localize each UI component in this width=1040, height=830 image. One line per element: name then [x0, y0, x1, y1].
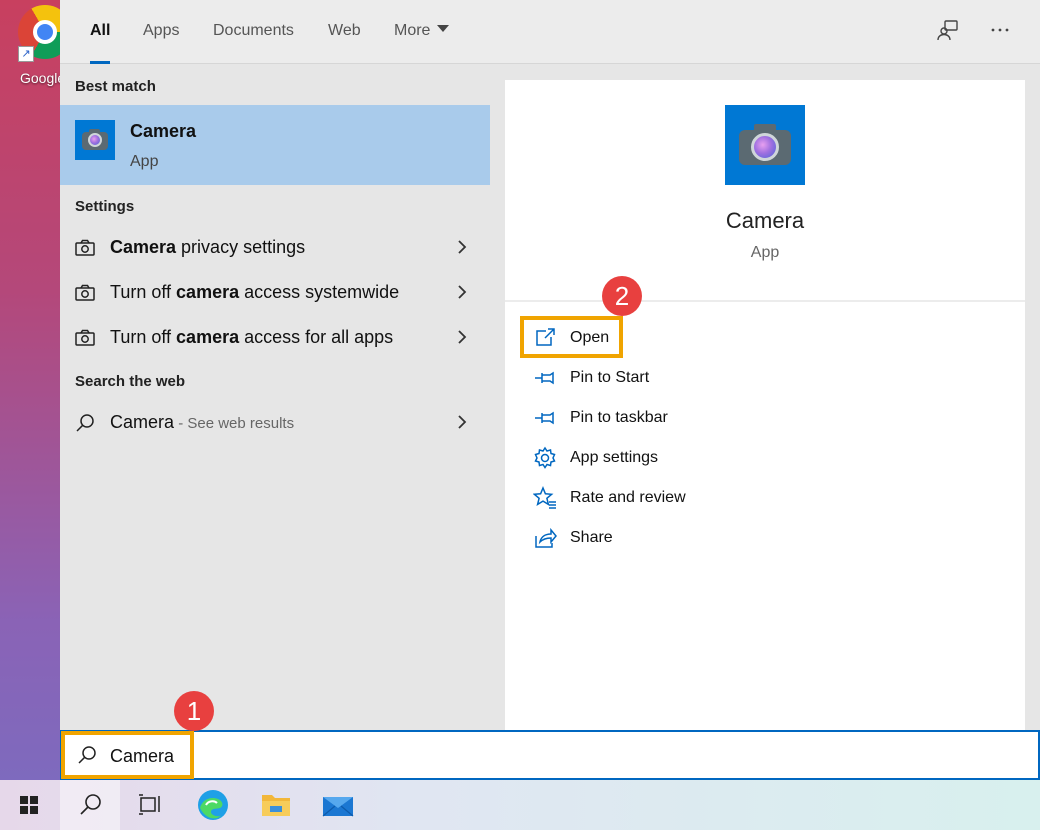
setting-label: Camera privacy settings [110, 237, 306, 257]
camera-outline-icon [74, 327, 96, 349]
file-explorer-taskbar-button[interactable] [246, 780, 306, 830]
open-highlight-box [520, 316, 623, 358]
action-label: Share [570, 529, 613, 546]
task-view-button[interactable] [120, 780, 180, 830]
share-icon [535, 527, 557, 548]
action-pin-to-taskbar[interactable]: Pin to taskbar [533, 404, 833, 434]
star-icon [533, 486, 556, 509]
action-pin-to-start[interactable]: Pin to Start [533, 364, 833, 394]
best-match-title: Camera [130, 121, 197, 141]
tab-more-label: More [394, 22, 431, 39]
action-share[interactable]: Share [533, 524, 833, 554]
search-icon [74, 412, 96, 434]
chevron-right-icon [458, 330, 467, 344]
windows-logo-icon [20, 796, 38, 814]
search-tabs: All Apps Documents Web More [60, 0, 1040, 64]
desktop-chrome-shortcut[interactable]: ↗ Google Chrome [0, 0, 72, 110]
step-badge-1: 1 [174, 691, 214, 731]
mail-icon [322, 797, 354, 817]
search-box[interactable]: Camera [60, 730, 1040, 780]
mail-taskbar-button[interactable] [308, 780, 368, 830]
setting-camera-all-apps[interactable]: Turn off camera access for all apps [60, 316, 490, 361]
chevron-right-icon [458, 415, 467, 429]
search-web-heading: Search the web [75, 373, 186, 390]
edge-icon [198, 790, 228, 820]
start-button[interactable] [0, 780, 60, 830]
gear-icon [534, 446, 556, 469]
settings-heading: Settings [75, 198, 135, 215]
setting-label: Turn off camera access for all apps [110, 327, 394, 347]
edge-taskbar-button[interactable] [182, 780, 242, 830]
best-match-subtitle: App [130, 153, 159, 170]
setting-camera-systemwide[interactable]: Turn off camera access systemwide [60, 271, 490, 316]
chevron-down-icon [437, 25, 450, 33]
web-result-label: Camera - See web results [110, 412, 295, 432]
best-match-camera[interactable]: Camera App [60, 105, 490, 185]
step-badge-2: 2 [602, 276, 642, 316]
taskbar [0, 780, 1040, 830]
action-label: Pin to taskbar [570, 409, 668, 426]
desktop-icon-label: Google Chrome [20, 70, 60, 86]
pin-icon [535, 371, 554, 385]
feedback-icon[interactable] [934, 18, 962, 46]
web-result-camera[interactable]: Camera - See web results [60, 401, 490, 446]
setting-camera-privacy[interactable]: Camera privacy settings [60, 226, 490, 271]
detail-app-name: Camera [725, 208, 805, 233]
search-panel: All Apps Documents Web More Best match C… [60, 0, 1040, 730]
taskbar-search-button[interactable] [60, 780, 120, 830]
folder-icon [262, 795, 290, 816]
divider [505, 300, 1025, 302]
camera-app-large-icon [725, 105, 805, 185]
tab-apps[interactable]: Apps [143, 0, 179, 64]
task-view-icon [139, 794, 160, 815]
camera-app-icon [75, 120, 115, 160]
tab-more[interactable]: More [394, 0, 450, 64]
app-detail-pane: Camera App Open Pin to Start Pin to task… [505, 80, 1025, 730]
chevron-right-icon [458, 240, 467, 254]
action-label: Pin to Start [570, 369, 650, 386]
action-rate-review[interactable]: Rate and review [533, 484, 833, 514]
search-highlight-box [61, 731, 194, 779]
action-label: App settings [570, 449, 659, 466]
tab-all[interactable]: All [90, 0, 111, 64]
action-label: Rate and review [570, 489, 686, 506]
more-options-icon[interactable] [986, 18, 1014, 46]
tab-web[interactable]: Web [328, 0, 361, 64]
tab-documents[interactable]: Documents [213, 0, 294, 64]
chevron-right-icon [458, 285, 467, 299]
camera-outline-icon [74, 282, 96, 304]
detail-app-kind: App [750, 244, 780, 261]
action-app-settings[interactable]: App settings [533, 444, 833, 474]
search-icon [80, 794, 101, 815]
camera-outline-icon [74, 237, 96, 259]
best-match-heading: Best match [75, 78, 156, 95]
shortcut-arrow-icon: ↗ [18, 46, 34, 62]
setting-label: Turn off camera access systemwide [110, 282, 400, 302]
pin-icon [535, 411, 554, 425]
